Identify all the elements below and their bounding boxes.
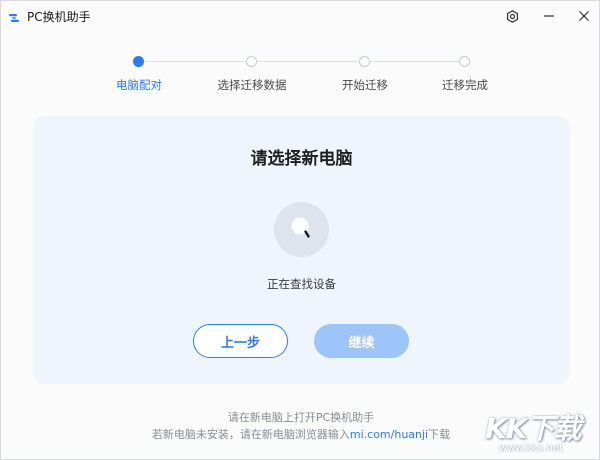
- card-title: 请选择新电脑: [250, 149, 353, 169]
- step-label-complete: 迁移完成: [442, 78, 488, 92]
- step-connector: [257, 61, 358, 62]
- settings-icon[interactable]: [501, 5, 523, 27]
- step-connector: [144, 61, 245, 62]
- step-label-select-data: 选择迁移数据: [217, 78, 287, 92]
- step-dot-complete: [459, 56, 470, 67]
- search-icon: [289, 215, 315, 245]
- step-dot-start-migration: [359, 56, 370, 67]
- search-status-text: 正在查找设备: [267, 277, 336, 291]
- previous-step-button[interactable]: 上一步: [193, 324, 288, 358]
- app-window: PC换机助手 电脑配对 选择迁移数据 开始迁移 迁移完成 请选择新电脑 正在查找…: [0, 0, 600, 460]
- watermark-logo: KK下载 www.kkx.net: [479, 403, 599, 459]
- continue-button[interactable]: 继续: [314, 324, 409, 358]
- searching-spinner: [274, 202, 329, 257]
- close-icon[interactable]: [573, 5, 595, 27]
- window-title: PC换机助手: [27, 10, 91, 24]
- step-connector: [370, 61, 459, 62]
- app-logo-icon: [8, 9, 20, 22]
- download-link[interactable]: mi.com/huanji: [350, 428, 428, 441]
- watermark-text: KK下载: [485, 412, 581, 445]
- step-dot-select-data: [246, 56, 257, 67]
- pairing-card: 请选择新电脑 正在查找设备 上一步 继续: [33, 116, 570, 384]
- install-hint-prefix: 若新电脑未安装，请在新电脑浏览器输入: [151, 428, 350, 441]
- install-hint-suffix: 下载: [428, 428, 451, 441]
- minimize-icon[interactable]: [538, 5, 560, 27]
- step-label-pairing: 电脑配对: [116, 78, 162, 92]
- step-label-start-migration: 开始迁移: [342, 78, 388, 92]
- progress-stepper: 电脑配对 选择迁移数据 开始迁移 迁移完成: [1, 53, 600, 93]
- title-bar: PC换机助手: [1, 1, 599, 31]
- step-dot-pairing: [133, 56, 144, 67]
- watermark-url: www.kkx.net: [499, 443, 563, 454]
